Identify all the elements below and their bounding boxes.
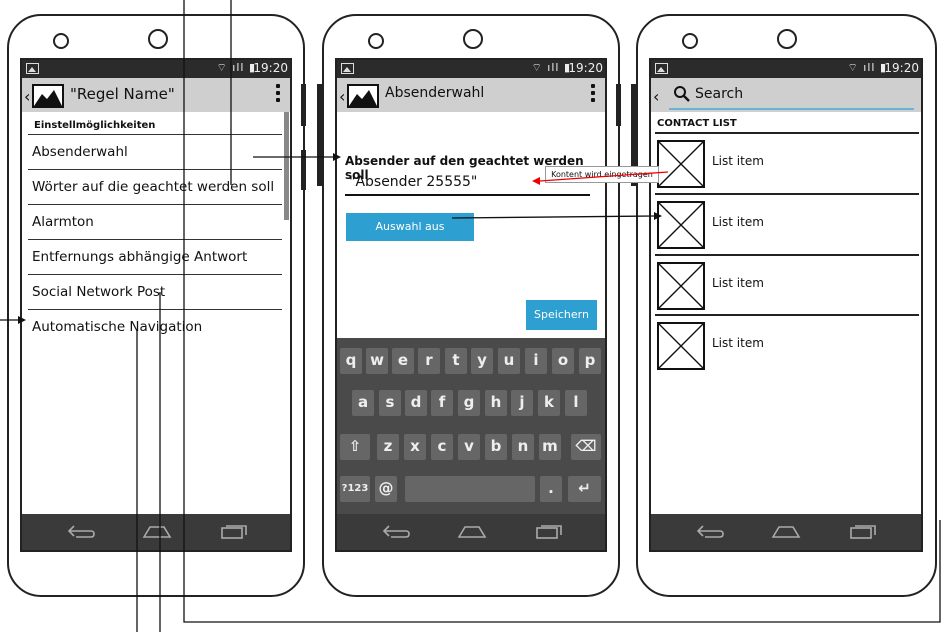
flow-connectors: [0, 0, 941, 632]
arrowhead: [18, 316, 26, 324]
connector-tooltip-arrow: [539, 171, 669, 182]
arrowhead: [654, 212, 662, 220]
connector-contacts-to-list: [451, 215, 655, 219]
connector-alarmton: [183, 0, 941, 623]
arrowhead: [532, 177, 540, 185]
arrowhead: [333, 153, 341, 161]
